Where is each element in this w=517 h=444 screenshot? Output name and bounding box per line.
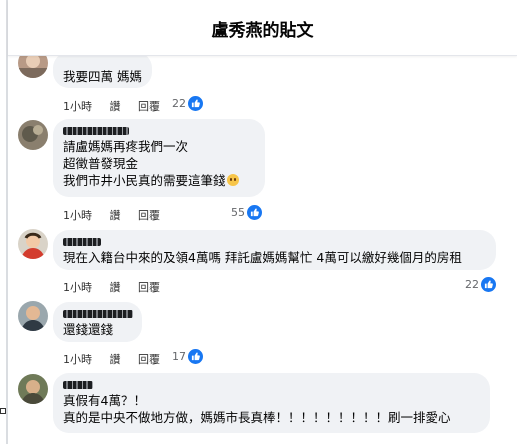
reaction-number: 22 xyxy=(465,278,479,291)
reaction-number: 22 xyxy=(172,97,186,110)
like-button[interactable]: 讚 xyxy=(110,353,121,366)
comment-actions: 1小時 讚 回覆 xyxy=(63,351,174,367)
comment-text: 我們市井小民真的需要這筆錢 xyxy=(63,173,226,188)
pleading-face-emoji xyxy=(226,174,239,186)
comment-bubble: 現在入籍台中來的及領4萬嗎 拜託盧媽媽幫忙 4萬可以繳好幾個月的房租 xyxy=(53,230,496,270)
comment-bubble: 我要四萬 媽媽 xyxy=(53,52,152,88)
like-icon xyxy=(188,96,203,111)
comment-author[interactable] xyxy=(63,381,93,389)
comment-text: 請盧媽媽再疼我們一次 xyxy=(63,139,189,154)
comment-text: 真假有4萬？！ xyxy=(63,393,146,408)
comment-author[interactable] xyxy=(63,238,101,246)
like-icon xyxy=(247,205,262,220)
comment-text: 真的是中央不做地方做，媽媽市長真棒！！！！！！！！！刷一排愛心 xyxy=(63,410,451,425)
comment-bubble: 還錢還錢 xyxy=(53,302,142,342)
reaction-count[interactable]: 22 xyxy=(465,277,496,292)
comment-actions: 1小時 讚 回覆 xyxy=(63,279,174,295)
comment-time[interactable]: 1小時 xyxy=(63,100,92,113)
comment-bubble: 真假有4萬？！ 真的是中央不做地方做，媽媽市長真棒！！！！！！！！！刷一排愛心 xyxy=(53,373,490,433)
comment-time[interactable]: 1小時 xyxy=(63,209,92,222)
avatar[interactable] xyxy=(18,301,48,331)
avatar[interactable] xyxy=(18,374,48,404)
post-header: 盧秀燕的貼文 xyxy=(8,0,517,56)
comment-actions: 1小時 讚 回覆 xyxy=(63,98,174,114)
like-button[interactable]: 讚 xyxy=(110,100,121,113)
like-button[interactable]: 讚 xyxy=(110,209,121,222)
post-title: 盧秀燕的貼文 xyxy=(211,21,314,41)
comment-actions: 1小時 讚 回覆 xyxy=(63,207,174,223)
like-icon xyxy=(188,349,203,364)
like-icon xyxy=(481,277,496,292)
reply-button[interactable]: 回覆 xyxy=(138,353,160,366)
avatar[interactable] xyxy=(18,229,48,259)
comment-author[interactable] xyxy=(63,127,129,135)
comment-text: 現在入籍台中來的及領4萬嗎 拜託盧媽媽幫忙 4萬可以繳好幾個月的房租 xyxy=(63,250,462,265)
like-button[interactable]: 讚 xyxy=(110,281,121,294)
reply-button[interactable]: 回覆 xyxy=(138,100,160,113)
reply-button[interactable]: 回覆 xyxy=(138,281,160,294)
reaction-count[interactable]: 55 xyxy=(231,205,262,220)
reaction-count[interactable]: 22 xyxy=(172,96,203,111)
scroll-marker xyxy=(0,408,6,414)
reply-button[interactable]: 回覆 xyxy=(138,209,160,222)
comment-author[interactable] xyxy=(63,310,133,318)
page-edge xyxy=(6,0,8,444)
reaction-number: 55 xyxy=(231,206,245,219)
avatar[interactable] xyxy=(18,120,48,150)
comment-time[interactable]: 1小時 xyxy=(63,353,92,366)
comment-text: 超徵普發現金 xyxy=(63,156,139,171)
comment-text: 我要四萬 媽媽 xyxy=(63,69,142,84)
reaction-number: 17 xyxy=(172,350,186,363)
comment-text: 還錢還錢 xyxy=(63,322,114,337)
reaction-count[interactable]: 17 xyxy=(172,349,203,364)
comment-bubble: 請盧媽媽再疼我們一次 超徵普發現金 我們市井小民真的需要這筆錢 xyxy=(53,119,265,197)
comment-time[interactable]: 1小時 xyxy=(63,281,92,294)
